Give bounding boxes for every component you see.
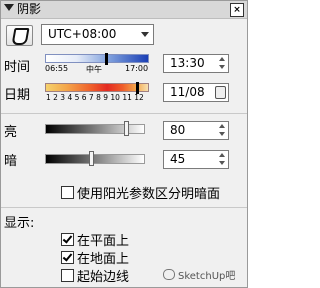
dark-input[interactable]: 45 bbox=[163, 150, 229, 169]
timezone-value: UTC+08:00 bbox=[48, 27, 117, 41]
timezone-select[interactable]: UTC+08:00 bbox=[41, 24, 154, 45]
shadow-icon bbox=[11, 28, 30, 45]
divider bbox=[1, 113, 247, 114]
on-ground-checkbox[interactable] bbox=[61, 251, 74, 264]
light-value: 80 bbox=[170, 123, 186, 137]
up-arrow-icon[interactable] bbox=[219, 124, 225, 128]
panel-title: 阴影 bbox=[17, 2, 42, 16]
toggle-shadows-button[interactable] bbox=[6, 25, 33, 46]
chat-bubble-icon bbox=[163, 269, 175, 280]
watermark: SketchUp吧 bbox=[163, 267, 235, 282]
light-spinner[interactable] bbox=[219, 123, 227, 138]
down-arrow-icon[interactable] bbox=[219, 161, 225, 165]
on-faces-label: 在平面上 bbox=[77, 234, 130, 249]
collapse-arrow-icon[interactable] bbox=[4, 4, 14, 11]
time-tick-noon: 中午 bbox=[86, 65, 102, 74]
date-slider-track[interactable] bbox=[45, 83, 149, 92]
dark-value: 45 bbox=[170, 152, 186, 166]
down-arrow-icon[interactable] bbox=[219, 132, 225, 136]
on-ground-label: 在地面上 bbox=[77, 252, 130, 267]
close-button[interactable]: × bbox=[230, 3, 244, 17]
watermark-text: SketchUp吧 bbox=[178, 271, 236, 282]
date-slider[interactable]: 1 2 3 4 5 6 7 8 9 10 11 12 bbox=[45, 82, 149, 105]
date-value: 11/08 bbox=[170, 85, 205, 99]
from-edges-label: 起始边线 bbox=[77, 270, 130, 285]
light-slider-thumb[interactable] bbox=[124, 121, 129, 136]
time-input[interactable]: 13:30 bbox=[163, 54, 229, 73]
dark-slider[interactable] bbox=[45, 151, 145, 166]
panel-title-bar[interactable]: 阴影 × bbox=[1, 1, 247, 19]
light-input[interactable]: 80 bbox=[163, 121, 229, 140]
chevron-down-icon bbox=[141, 32, 149, 37]
dark-label: 暗 bbox=[4, 154, 18, 169]
dark-slider-thumb[interactable] bbox=[89, 151, 94, 166]
time-tick-start: 06:55 bbox=[45, 64, 69, 73]
up-arrow-icon[interactable] bbox=[219, 153, 225, 157]
time-tick-end: 17:00 bbox=[125, 64, 149, 73]
divider bbox=[1, 207, 247, 208]
date-label: 日期 bbox=[4, 88, 31, 103]
down-arrow-icon[interactable] bbox=[219, 65, 225, 69]
on-faces-checkbox[interactable] bbox=[61, 233, 74, 246]
time-value: 13:30 bbox=[170, 56, 205, 70]
time-spinner[interactable] bbox=[219, 56, 227, 71]
light-slider[interactable] bbox=[45, 121, 145, 136]
month-ticks: 1 2 3 4 5 6 7 8 9 10 11 12 bbox=[46, 93, 144, 102]
time-slider-track[interactable] bbox=[45, 54, 149, 63]
calendar-icon[interactable] bbox=[215, 86, 226, 99]
dark-spinner[interactable] bbox=[219, 152, 227, 167]
time-label: 时间 bbox=[4, 60, 31, 75]
date-input[interactable]: 11/08 bbox=[163, 83, 229, 102]
use-sun-label: 使用阳光参数区分明暗面 bbox=[77, 187, 221, 202]
up-arrow-icon[interactable] bbox=[219, 57, 225, 61]
from-edges-checkbox[interactable] bbox=[61, 269, 74, 282]
display-header: 显示: bbox=[4, 216, 35, 231]
time-slider-thumb[interactable] bbox=[105, 53, 108, 65]
use-sun-checkbox[interactable] bbox=[61, 186, 74, 199]
light-label: 亮 bbox=[4, 125, 18, 140]
shadow-panel: 阴影 × UTC+08:00 时间 06:55 中午 17:00 13:30 日… bbox=[0, 0, 248, 288]
time-slider[interactable]: 06:55 中午 17:00 bbox=[45, 53, 149, 76]
